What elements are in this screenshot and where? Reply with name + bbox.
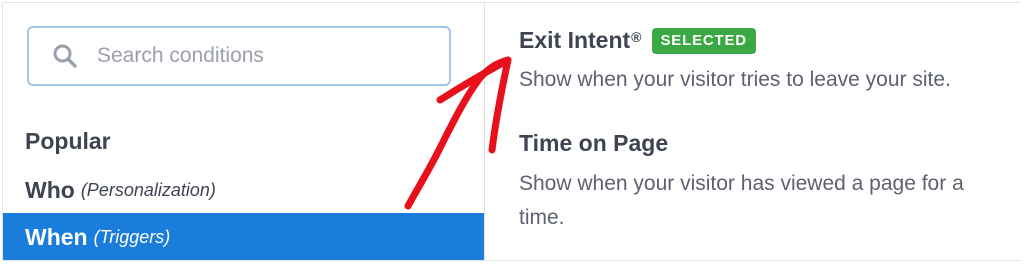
search-icon bbox=[53, 44, 77, 68]
description-line: time. bbox=[519, 206, 565, 229]
sidebar-item-when[interactable]: When (Triggers) bbox=[3, 213, 484, 260]
selected-badge: SELECTED bbox=[651, 27, 756, 54]
sidebar-item-who[interactable]: Who (Personalization) bbox=[3, 166, 484, 214]
conditions-list: Exit Intent ® SELECTED Show when your vis… bbox=[519, 3, 1021, 260]
trademark-symbol: ® bbox=[631, 28, 642, 45]
conditions-sidebar: Popular Who (Personalization) When (Trig… bbox=[3, 3, 485, 260]
sidebar-item-label: When bbox=[25, 223, 88, 250]
sidebar-item-sublabel: (Personalization) bbox=[80, 179, 216, 200]
condition-title-text: Time on Page bbox=[519, 130, 669, 156]
sidebar-item-sublabel: (Triggers) bbox=[93, 226, 171, 247]
search-box[interactable] bbox=[27, 26, 451, 86]
condition-title-time-on-page[interactable]: Time on Page bbox=[519, 130, 668, 157]
description-line: Show when your visitor tries to leave yo… bbox=[519, 68, 951, 91]
section-title-popular: Popular bbox=[25, 128, 111, 154]
condition-description-time-on-page: Show when your visitor has viewed a page… bbox=[519, 167, 964, 235]
search-input[interactable] bbox=[95, 43, 449, 69]
condition-description-exit-intent: Show when your visitor tries to leave yo… bbox=[519, 63, 951, 97]
description-line: Show when your visitor has viewed a page… bbox=[519, 172, 964, 195]
condition-title-text: Exit Intent bbox=[519, 27, 631, 53]
condition-title-exit-intent[interactable]: Exit Intent ® SELECTED bbox=[519, 27, 756, 54]
conditions-panel: Popular Who (Personalization) When (Trig… bbox=[2, 2, 1021, 261]
sidebar-item-label: Who bbox=[25, 176, 75, 203]
